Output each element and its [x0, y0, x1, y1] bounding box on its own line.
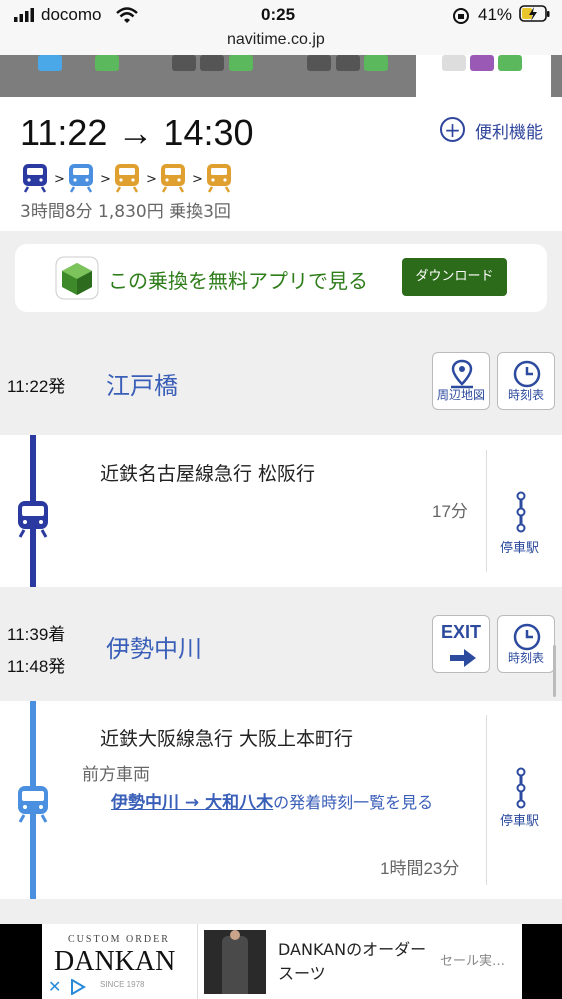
departure-time: 11:48発	[7, 657, 66, 676]
link-suffix[interactable]: の発着時刻一覧を見る	[273, 793, 433, 812]
stops-icon[interactable]	[513, 767, 529, 809]
orientation-lock-icon	[453, 8, 469, 24]
chevron-right-icon: >	[100, 172, 111, 187]
exit-label: EXIT	[440, 622, 481, 642]
arrival-time: 11:39着	[7, 625, 66, 644]
ad-controls: ✕	[44, 977, 92, 997]
status-bar: docomo 0:25 41% navitime.co.jp	[0, 0, 562, 60]
nearby-map-button[interactable]: 周辺地図	[432, 352, 490, 410]
train-icon	[161, 164, 185, 193]
stops-button[interactable]: 停車駅	[500, 537, 539, 556]
tab-badge	[307, 55, 331, 71]
ad-divider	[197, 924, 198, 999]
app-logo-icon	[55, 256, 99, 300]
stops-icon[interactable]	[513, 491, 529, 533]
tab-badge	[38, 55, 62, 71]
download-button[interactable]: ダウンロード	[402, 258, 507, 296]
route-time-range: 11:22 → 14:30	[20, 112, 254, 153]
ad-close-icon[interactable]: ✕	[48, 977, 61, 997]
ad-headline: DANKANのオーダースーツ	[278, 940, 427, 983]
ad-brand: DANKAN	[54, 946, 176, 977]
train-icon	[207, 164, 231, 193]
train-icon	[115, 164, 139, 193]
carrier-name: docomo	[41, 5, 102, 24]
clock-icon	[513, 623, 541, 651]
train-icon	[18, 501, 48, 538]
timetable-label: 時刻表	[507, 388, 544, 402]
chevron-right-icon: >	[146, 172, 157, 187]
ride-duration: 1時間23分	[380, 859, 460, 878]
train-icons: > > > >	[23, 164, 231, 193]
chevron-right-icon: >	[192, 172, 203, 187]
tab-badge	[95, 55, 119, 71]
timetable-button[interactable]: 時刻表	[497, 352, 555, 410]
nearby-map-label: 周辺地図	[436, 388, 485, 402]
ride-duration: 17分	[432, 502, 468, 521]
station-name[interactable]: 江戸橋	[106, 366, 178, 401]
ad-content[interactable]: CUSTOM ORDER DANKAN SINCE 1978 DANKANのオー…	[42, 924, 522, 999]
train-name: 近鉄大阪線急行 大阪上本町行	[100, 728, 354, 750]
stops-button[interactable]: 停車駅	[500, 810, 539, 829]
timetable-link[interactable]: 伊勢中川 → 大和八木の発着時刻一覧を見る	[111, 788, 491, 818]
features-button[interactable]: 便利機能	[475, 118, 543, 143]
wifi-icon	[116, 7, 138, 23]
scrollbar[interactable]	[553, 645, 556, 697]
battery-charging-icon	[519, 5, 550, 22]
ad-brand-top: CUSTOM ORDER	[68, 934, 170, 945]
route-meta: 3時間8分 1,830円 乗換3回	[20, 202, 231, 222]
ad-image	[204, 930, 266, 994]
tab-active[interactable]	[416, 55, 551, 97]
page-url[interactable]: navitime.co.jp	[227, 31, 325, 49]
tab-badge	[200, 55, 224, 71]
ad-choices-icon[interactable]	[70, 979, 86, 995]
tab-badge	[229, 55, 253, 71]
map-pin-icon	[451, 359, 473, 389]
car-position: 前方車両	[82, 765, 150, 785]
timetable-button[interactable]: 時刻表	[497, 615, 555, 673]
ad-since: SINCE 1978	[100, 980, 145, 989]
divider	[486, 450, 487, 572]
train-name: 近鉄名古屋線急行 松阪行	[100, 463, 316, 485]
tab-badge	[336, 55, 360, 71]
divider	[486, 715, 487, 885]
signal-icon	[14, 8, 34, 22]
station-name[interactable]: 伊勢中川	[106, 629, 202, 664]
timetable-label: 時刻表	[507, 651, 544, 665]
tab-badge	[172, 55, 196, 71]
segment-row[interactable]	[0, 435, 562, 587]
tab-badge	[364, 55, 388, 71]
app-banner-text: この乗換を無料アプリで見る	[108, 269, 368, 293]
clock-time: 0:25	[261, 5, 296, 24]
plus-circle-icon[interactable]: +	[440, 117, 465, 142]
clock-icon	[513, 360, 541, 388]
link-stations[interactable]: 伊勢中川 → 大和八木	[111, 793, 273, 813]
train-icon	[69, 164, 93, 193]
departure-time: 11:22発	[7, 377, 66, 396]
train-icon	[23, 164, 47, 193]
exit-arrow-icon	[450, 649, 476, 667]
exit-info-button[interactable]: EXIT	[432, 615, 490, 673]
ad-cta[interactable]: セール実…	[440, 950, 505, 969]
train-icon	[18, 786, 48, 823]
battery-percent: 41%	[478, 5, 513, 24]
chevron-right-icon: >	[54, 172, 65, 187]
